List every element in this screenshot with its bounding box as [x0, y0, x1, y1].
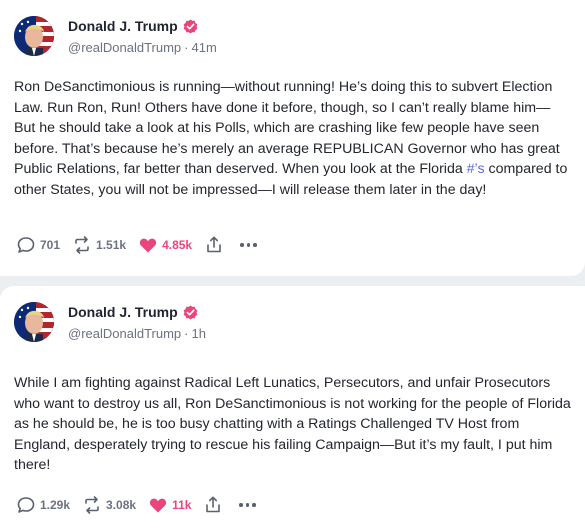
heart-icon [139, 238, 157, 253]
retruth-button[interactable]: 1.51k [72, 235, 126, 255]
share-button[interactable] [204, 235, 224, 255]
heart-icon [149, 498, 167, 513]
reply-button[interactable]: 701 [16, 235, 60, 255]
author-handle[interactable]: @realDonaldTrump [68, 326, 181, 341]
reply-button[interactable]: 1.29k [16, 495, 70, 515]
share-icon [206, 496, 221, 513]
post-card[interactable]: Donald J. Trump @realDonaldTrump · 1h Whil… [0, 286, 585, 531]
post-timestamp[interactable]: 1h [192, 326, 206, 341]
verified-badge-icon [183, 304, 198, 320]
post-actions: 701 1.51k 4.85k [16, 235, 257, 255]
retruth-icon [85, 496, 99, 514]
like-button[interactable]: 11k [148, 495, 191, 515]
post-header: Donald J. Trump @realDonaldTrump · 41m [14, 16, 217, 56]
retruth-count: 1.51k [96, 238, 127, 252]
avatar[interactable] [14, 302, 54, 342]
post-card[interactable]: Donald J. Trump @realDonaldTrump · 41m Ron… [0, 0, 585, 276]
share-button[interactable] [203, 495, 223, 515]
verified-badge-icon [183, 18, 198, 34]
post-text: While I am fighting against Radical Left… [14, 373, 571, 476]
more-options-icon[interactable] [240, 243, 257, 247]
post-text-part: While I am fighting against Radical Left… [14, 375, 571, 474]
retruth-icon [75, 236, 89, 254]
retruth-count: 3.08k [106, 498, 137, 512]
truth-feed: Donald J. Trump @realDonaldTrump · 41m Ron… [0, 0, 585, 531]
share-icon [207, 236, 221, 253]
reply-icon [17, 497, 35, 513]
retruth-button[interactable]: 3.08k [82, 495, 136, 515]
like-count: 4.85k [162, 238, 193, 252]
reply-count: 701 [40, 238, 61, 252]
post-text: Ron DeSanctimonious is running—without r… [14, 77, 571, 201]
avatar[interactable] [14, 16, 54, 56]
post-meta: @realDonaldTrump · 41m [68, 39, 217, 55]
like-button[interactable]: 4.85k [138, 235, 192, 255]
author-display-name[interactable]: Donald J. Trump [68, 19, 178, 33]
hashtag-link[interactable]: #’s [467, 161, 485, 177]
post-header: Donald J. Trump @realDonaldTrump · 1h [14, 302, 206, 342]
post-timestamp[interactable]: 41m [192, 40, 217, 55]
reply-count: 1.29k [40, 498, 71, 512]
like-count: 11k [172, 498, 192, 512]
reply-icon [17, 237, 35, 253]
post-meta: @realDonaldTrump · 1h [68, 325, 206, 341]
post-actions: 1.29k 3.08k 11k [16, 495, 256, 515]
author-handle[interactable]: @realDonaldTrump [68, 40, 181, 55]
author-display-name[interactable]: Donald J. Trump [68, 305, 178, 319]
more-options-icon[interactable] [239, 503, 256, 507]
